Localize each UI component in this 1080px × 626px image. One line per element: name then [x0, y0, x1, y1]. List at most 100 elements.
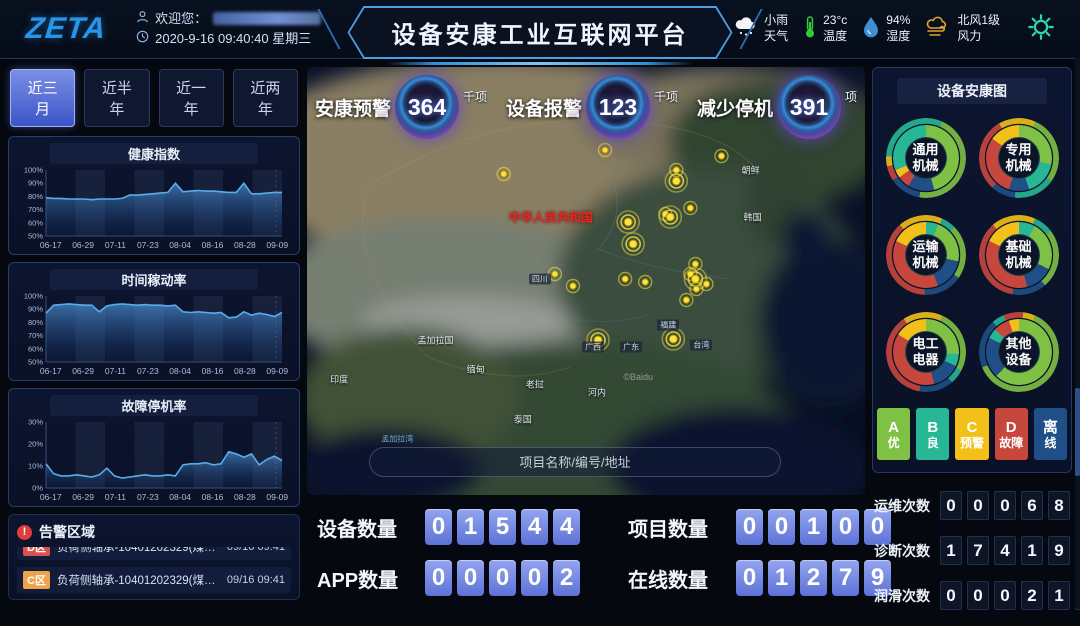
svg-text:10%: 10%	[28, 462, 43, 471]
gauge-其他设备: 其他设备	[979, 312, 1059, 392]
digit-box: 0	[425, 560, 452, 596]
digit-box: 7	[967, 536, 989, 565]
svg-text:100%: 100%	[24, 292, 44, 301]
digit-box: 8	[1048, 491, 1070, 520]
chart-title: 故障停机率	[50, 395, 258, 416]
kpi-label: 减少停机	[697, 94, 773, 121]
digit-box: 0	[521, 560, 548, 596]
digit-box: 0	[994, 491, 1016, 520]
svg-text:60%: 60%	[28, 218, 43, 227]
svg-text:08-28: 08-28	[234, 366, 256, 376]
scrollbar[interactable]	[1075, 58, 1080, 608]
platform-title-box: 设备安康工业互联网平台	[348, 6, 733, 65]
svg-text:06-29: 06-29	[72, 366, 94, 376]
china-map[interactable]: 中华人民共和国朝鲜韩国印度孟加拉国缅甸老挝泰国河内四川广西广东福建台湾孟加拉湾©…	[307, 67, 865, 495]
legend-chip: B良	[916, 408, 949, 460]
chart-panel: 健康指数50%60%70%80%90%100%06-1706-2907-1107…	[8, 136, 300, 255]
svg-text:06-17: 06-17	[40, 366, 62, 376]
counter-label: 在线数量	[628, 564, 722, 593]
alert-row[interactable]: C区负荷侧轴承-10401202329(煤气引风机电...09/16 09:41	[17, 567, 291, 593]
legend-label: 优	[888, 437, 900, 449]
legend-grade: D	[1006, 420, 1017, 435]
svg-text:09-09: 09-09	[266, 492, 288, 502]
weather-item: 94%湿度	[862, 13, 910, 44]
time-filter-button[interactable]: 近两年	[233, 69, 298, 127]
counter-digits: 01544	[425, 509, 580, 545]
svg-text:08-04: 08-04	[169, 366, 191, 376]
alert-text: 负荷侧轴承-10401202329(煤气引风机电...	[57, 547, 220, 555]
alert-time: 09/16 09:41	[227, 574, 285, 586]
digit-box: 9	[1048, 536, 1070, 565]
legend-label: 线	[1044, 437, 1056, 449]
scrollbar-thumb[interactable]	[1075, 388, 1080, 476]
gauge-center: 电工电器	[905, 331, 947, 373]
counter-digits: 000211	[940, 581, 1080, 610]
digit-box: 1	[1048, 581, 1070, 610]
digit-box: 2	[1021, 581, 1043, 610]
kpi-group: 设备报警123千项	[506, 75, 678, 139]
svg-text:08-16: 08-16	[202, 240, 224, 250]
weather-strip: 小雨天气23°c温度94%湿度北风1级风力	[734, 13, 1000, 44]
svg-text:06-29: 06-29	[72, 240, 94, 250]
alert-title: 告警区域	[39, 522, 95, 542]
counter: 在线数量 01279	[628, 560, 891, 596]
svg-text:06-17: 06-17	[40, 240, 62, 250]
legend-label: 良	[927, 437, 939, 449]
kpi-circle: 123	[586, 75, 650, 139]
health-legend: A优B良C预警D故障离线	[873, 398, 1071, 462]
alert-row[interactable]: D区负荷侧轴承-10401202329(煤气引风机电...09/16 09:41	[17, 547, 291, 560]
gauge-center: 通用机械	[905, 137, 947, 179]
chart-健康指数: 50%60%70%80%90%100%06-1706-2907-1107-230…	[16, 164, 292, 252]
kpi-group: 安康预警364千项	[315, 75, 487, 139]
digit-box: 0	[736, 560, 763, 596]
svg-text:08-04: 08-04	[169, 240, 191, 250]
legend-chip: 离线	[1034, 408, 1067, 460]
svg-text:80%: 80%	[28, 318, 43, 327]
time-filter-button[interactable]: 近半年	[84, 69, 149, 127]
alert-list: D区负荷侧轴承-10401202329(煤气引风机电...09/16 09:41…	[17, 547, 291, 594]
time-filter-button[interactable]: 近一年	[159, 69, 224, 127]
time-filter-button[interactable]: 近三月	[10, 69, 75, 127]
kpi-row: 安康预警364千项设备报警123千项减少停机391项	[307, 75, 865, 139]
svg-text:07-11: 07-11	[105, 366, 126, 376]
digit-box: 1	[800, 509, 827, 545]
alert-text: 负荷侧轴承-10401202329(煤气引风机电...	[57, 572, 220, 588]
alert-panel: ! 告警区域 D区负荷侧轴承-10401202329(煤气引风机电...09/1…	[8, 514, 300, 600]
svg-text:60%: 60%	[28, 344, 43, 353]
gauge-name: 其他设备	[1003, 336, 1034, 369]
gauge-name: 基础机械	[1003, 239, 1034, 272]
kpi-value: 364	[408, 94, 446, 121]
kpi-circle: 391	[777, 75, 841, 139]
digit-box: 4	[521, 509, 548, 545]
chart-title: 健康指数	[50, 143, 258, 164]
svg-text:07-11: 07-11	[105, 492, 126, 502]
counter: APP数量00002	[317, 560, 580, 596]
counter-digits: 000683	[940, 491, 1080, 520]
digit-box: 4	[994, 536, 1016, 565]
gear-icon[interactable]	[1026, 12, 1056, 47]
clock-icon	[136, 29, 149, 49]
kpi-label: 安康预警	[315, 94, 391, 121]
gauge-center: 运输机械	[905, 234, 947, 276]
kpi-unit: 千项	[654, 88, 678, 105]
legend-grade: A	[888, 420, 899, 435]
datetime: 2020-9-16 09:40:40 星期三	[155, 29, 311, 49]
digit-box: 0	[940, 491, 962, 520]
svg-text:07-23: 07-23	[137, 240, 159, 250]
gauge-center: 其他设备	[998, 331, 1040, 373]
counter: 诊断次数174197	[874, 536, 1070, 565]
counter-label: 运维次数	[874, 496, 930, 516]
search-input[interactable]	[369, 447, 781, 477]
right-column: 设备安康图 通用机械专用机械运输机械基础机械电工电器其他设备 A优B良C预警D故…	[872, 67, 1072, 600]
svg-text:70%: 70%	[28, 205, 43, 214]
weather-item: 小雨天气	[734, 13, 788, 44]
gauge-电工电器: 电工电器	[886, 312, 966, 392]
digit-box: 0	[457, 560, 484, 596]
svg-text:08-28: 08-28	[234, 240, 256, 250]
legend-chip: A优	[877, 408, 910, 460]
username-redacted	[213, 12, 321, 25]
weather-text: 小雨天气	[764, 13, 788, 44]
welcome-label: 欢迎您：	[155, 9, 207, 29]
counter-digits: 01279	[736, 560, 891, 596]
header: ZETA 欢迎您： 2020-9-16 09:40:40 星期三 设备安康工业互…	[0, 0, 1080, 59]
